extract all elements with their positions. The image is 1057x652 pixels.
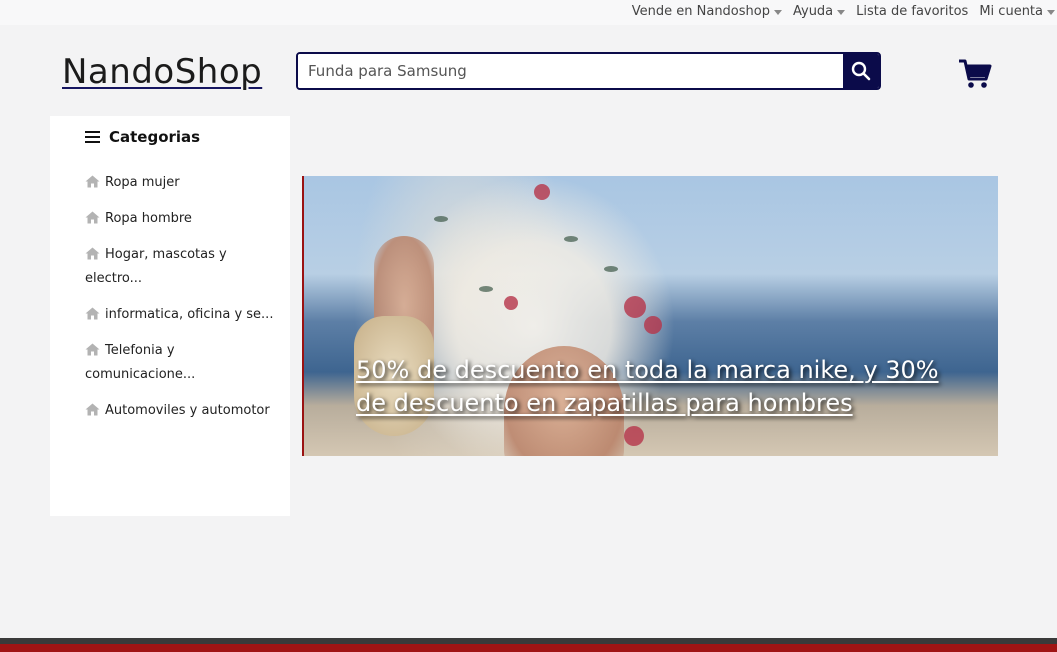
cart-button[interactable]: [958, 58, 992, 90]
topnav-help-label: Ayuda: [792, 4, 834, 19]
topnav-help-link[interactable]: Ayuda: [792, 4, 846, 19]
home-icon: [85, 403, 100, 416]
categories-sidebar: Categorias Ropa mujer Ropa hombre Hogar,…: [50, 116, 290, 516]
category-label: informatica, oficina y se...: [105, 307, 274, 322]
topnav-favorites-label: Lista de favoritos: [856, 4, 969, 19]
banner-photo-leaf: [434, 216, 448, 222]
topnav-favorites-link[interactable]: Lista de favoritos: [856, 4, 968, 19]
home-icon: [85, 175, 100, 188]
category-item-ropa-mujer[interactable]: Ropa mujer: [85, 171, 275, 195]
categories-header[interactable]: Categorias: [85, 128, 200, 146]
home-icon: [85, 343, 100, 356]
category-item-hogar[interactable]: Hogar, mascotas y electro...: [85, 243, 275, 291]
topnav-sell-label: Vende en Nandoshop: [631, 4, 770, 19]
categories-title: Categorias: [109, 128, 201, 146]
bottom-bar: [0, 638, 1057, 652]
chevron-down-icon: [1047, 10, 1055, 15]
home-icon: [85, 307, 100, 320]
search-icon: [851, 61, 871, 81]
promo-text-link[interactable]: 50% de descuento en toda la marca nike, …: [356, 354, 976, 420]
topnav-account-link[interactable]: Mi cuenta: [979, 4, 1055, 19]
home-icon: [85, 247, 100, 260]
category-item-automoviles[interactable]: Automoviles y automotor: [85, 399, 275, 423]
category-label: Ropa mujer: [105, 175, 180, 190]
category-label: Automoviles y automotor: [105, 403, 270, 418]
bottom-accent-strip: [0, 644, 1057, 652]
banner-photo-flower: [504, 296, 518, 310]
category-label: Telefonia y comunicacione...: [85, 343, 196, 382]
top-nav: Vende en Nandoshop Ayuda Lista de favori…: [621, 4, 1055, 19]
shopping-cart-icon: [959, 59, 992, 88]
category-item-ropa-hombre[interactable]: Ropa hombre: [85, 207, 275, 231]
banner-photo-flower: [534, 184, 550, 200]
chevron-down-icon: [773, 10, 782, 15]
promo-banner[interactable]: 50% de descuento en toda la marca nike, …: [302, 176, 998, 456]
top-bar: Vende en Nandoshop Ayuda Lista de favori…: [0, 0, 1057, 25]
menu-icon: [85, 131, 100, 143]
chevron-down-icon: [837, 10, 846, 15]
home-icon: [85, 211, 100, 224]
category-item-telefonia[interactable]: Telefonia y comunicacione...: [85, 339, 275, 387]
site-logo[interactable]: NandoShop: [62, 52, 262, 92]
search-input[interactable]: [298, 54, 843, 88]
banner-photo-leaf: [604, 266, 618, 272]
category-item-informatica[interactable]: informatica, oficina y se...: [85, 303, 275, 327]
banner-photo-flower: [624, 296, 646, 318]
search-bar: [296, 52, 881, 90]
category-label: Hogar, mascotas y electro...: [85, 247, 227, 286]
search-button[interactable]: [843, 54, 879, 88]
banner-photo-flower: [644, 316, 662, 334]
banner-photo-leaf: [564, 236, 578, 242]
topnav-sell-link[interactable]: Vende en Nandoshop: [632, 4, 782, 19]
topnav-account-label: Mi cuenta: [979, 4, 1043, 19]
banner-photo-leaf: [479, 286, 493, 292]
category-label: Ropa hombre: [105, 211, 192, 226]
categories-list: Ropa mujer Ropa hombre Hogar, mascotas y…: [85, 171, 275, 435]
banner-photo-flower: [624, 426, 644, 446]
